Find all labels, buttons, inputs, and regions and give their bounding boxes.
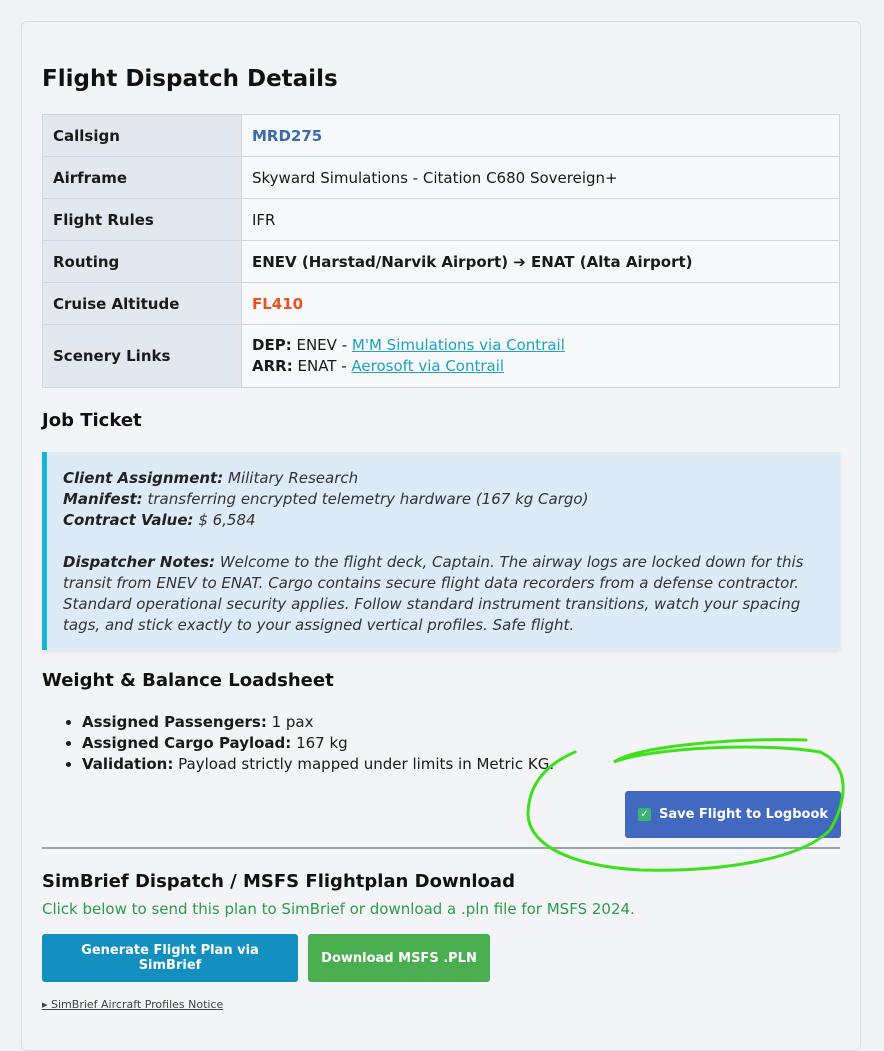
table-row: Airframe Skyward Simulations - Citation …	[42, 156, 840, 199]
client-value: Military Research	[228, 469, 359, 487]
loadsheet-list: Assigned Passengers: 1 pax Assigned Carg…	[42, 712, 554, 775]
cargo-value: 167 kg	[296, 734, 348, 752]
list-item: Assigned Cargo Payload: 167 kg	[82, 733, 554, 754]
validation-value: Payload strictly mapped under limits in …	[178, 755, 555, 773]
save-button-label: Save Flight to Logbook	[658, 807, 829, 822]
client-label: Client Assignment:	[63, 469, 224, 487]
table-row: Routing ENEV (Harstad/Narvik Airport) ➔ …	[42, 240, 840, 283]
job-ticket-heading: Job Ticket	[42, 410, 142, 431]
manifest-value: transferring encrypted telemetry hardwar…	[147, 490, 589, 508]
pax-label: Assigned Passengers:	[82, 713, 267, 731]
callsign-value: MRD275	[252, 126, 323, 145]
section-divider	[42, 847, 840, 849]
arr-scenery-link[interactable]: Aerosoft via Contrail	[351, 357, 504, 375]
contract-value-label: Contract Value:	[63, 511, 194, 529]
routing-value: ENEV (Harstad/Narvik Airport) ➔ ENAT (Al…	[252, 252, 693, 271]
list-item: Assigned Passengers: 1 pax	[82, 712, 554, 733]
loadsheet-heading: Weight & Balance Loadsheet	[42, 670, 334, 691]
rules-label: Flight Rules	[42, 198, 242, 241]
airframe-label: Airframe	[42, 156, 242, 199]
manifest-label: Manifest:	[63, 490, 143, 508]
validation-label: Validation:	[82, 755, 174, 773]
notes-label: Dispatcher Notes:	[63, 553, 216, 571]
callsign-label: Callsign	[42, 114, 242, 157]
generate-simbrief-button[interactable]: Generate Flight Plan via SimBrief	[42, 934, 298, 982]
dep-label: DEP:	[252, 336, 292, 354]
save-flight-button[interactable]: ✓ Save Flight to Logbook	[625, 791, 841, 838]
dep-scenery-link[interactable]: M'M Simulations via Contrail	[352, 336, 565, 354]
table-row: Scenery Links DEP: ENEV - M'M Simulation…	[42, 324, 840, 388]
table-row: Callsign MRD275	[42, 114, 840, 157]
airframe-value: Skyward Simulations - Citation C680 Sove…	[241, 156, 840, 199]
arr-code: ENAT -	[297, 357, 347, 375]
arr-line: ARR: ENAT - Aerosoft via Contrail	[252, 356, 829, 377]
contract-value: $ 6,584	[198, 511, 256, 529]
simbrief-profiles-notice[interactable]: ▸ SimBrief Aircraft Profiles Notice	[42, 998, 223, 1011]
cargo-label: Assigned Cargo Payload:	[82, 734, 292, 752]
table-row: Cruise Altitude FL410	[42, 282, 840, 325]
list-item: Validation: Payload strictly mapped unde…	[82, 754, 554, 775]
arr-label: ARR:	[252, 357, 293, 375]
dispatch-card: Flight Dispatch Details Callsign MRD275 …	[21, 21, 861, 1051]
routing-label: Routing	[42, 240, 242, 283]
job-ticket-box: Client Assignment: Military Research Man…	[42, 452, 840, 650]
page-title: Flight Dispatch Details	[42, 66, 338, 92]
altitude-value: FL410	[252, 294, 304, 313]
scenery-label: Scenery Links	[42, 324, 242, 388]
dep-line: DEP: ENEV - M'M Simulations via Contrail	[252, 335, 829, 356]
rules-value: IFR	[241, 198, 840, 241]
checkmark-icon: ✓	[637, 808, 651, 821]
simbrief-heading: SimBrief Dispatch / MSFS Flightplan Down…	[42, 871, 515, 892]
dep-code: ENEV -	[296, 336, 348, 354]
altitude-label: Cruise Altitude	[42, 282, 242, 325]
details-table: Callsign MRD275 Airframe Skyward Simulat…	[42, 114, 840, 388]
simbrief-subtitle: Click below to send this plan to SimBrie…	[42, 900, 635, 918]
table-row: Flight Rules IFR	[42, 198, 840, 241]
download-pln-button[interactable]: Download MSFS .PLN	[308, 934, 490, 982]
pax-value: 1 pax	[271, 713, 314, 731]
